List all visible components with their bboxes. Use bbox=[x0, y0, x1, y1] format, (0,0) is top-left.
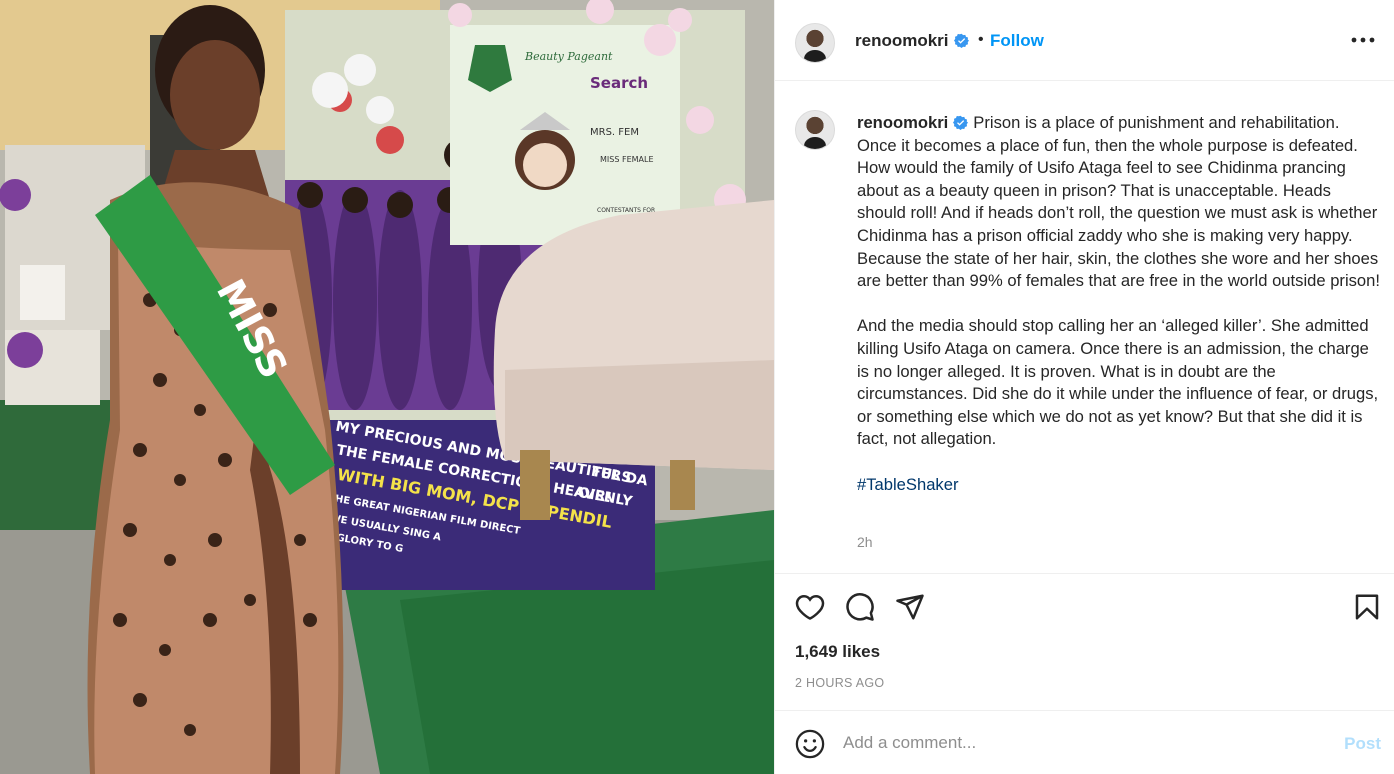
poster-title: Beauty Pageant bbox=[524, 50, 613, 63]
separator-dot: • bbox=[978, 31, 984, 48]
post-timestamp[interactable]: 2 HOURS AGO bbox=[795, 676, 884, 690]
poster-miss: MISS FEMALE bbox=[600, 155, 654, 164]
caption-paragraph-2: And the media should stop calling her an… bbox=[857, 316, 1379, 449]
post-header: renoomokri • Follow bbox=[775, 5, 1394, 81]
comment-icon[interactable] bbox=[845, 592, 875, 622]
caption-paragraph-1: Prison is a place of punishment and reha… bbox=[857, 113, 1381, 291]
post-photo[interactable]: Beauty Pageant Search MRS. FEM MISS FEMA… bbox=[0, 0, 774, 774]
send-icon[interactable] bbox=[895, 592, 925, 622]
hashtag-link[interactable]: #TableShaker bbox=[857, 475, 958, 494]
more-options-icon[interactable] bbox=[1351, 33, 1375, 47]
emoji-icon[interactable] bbox=[795, 729, 825, 759]
avatar[interactable] bbox=[795, 23, 835, 63]
caption-section: renoomokri Prison is a place of punishmen… bbox=[775, 82, 1394, 572]
comment-input[interactable] bbox=[843, 728, 1313, 758]
action-bar bbox=[775, 573, 1394, 639]
heart-icon[interactable] bbox=[795, 592, 825, 622]
post-comment-button[interactable]: Post bbox=[1344, 734, 1381, 754]
caption-username[interactable]: renoomokri bbox=[857, 113, 948, 132]
caption-avatar[interactable] bbox=[795, 110, 835, 150]
caption-timestamp: 2h bbox=[857, 534, 873, 550]
follow-button[interactable]: Follow bbox=[990, 31, 1044, 51]
poster-search: Search bbox=[590, 74, 648, 92]
verified-badge-icon bbox=[953, 115, 969, 130]
comment-bar: Post bbox=[775, 710, 1394, 774]
likes-count[interactable]: 1,649 likes bbox=[795, 642, 880, 662]
photo-illustration: Beauty Pageant Search MRS. FEM MISS FEMA… bbox=[0, 0, 774, 774]
post-details-panel: renoomokri • Follow renoomokri Prison is … bbox=[774, 0, 1394, 774]
header-username[interactable]: renoomokri bbox=[855, 31, 949, 50]
verified-badge-icon bbox=[953, 33, 969, 48]
header-username-row: renoomokri bbox=[855, 31, 969, 51]
poster-mrs: MRS. FEM bbox=[590, 127, 639, 138]
bookmark-icon[interactable] bbox=[1352, 592, 1382, 622]
caption-text: renoomokri Prison is a place of punishmen… bbox=[857, 112, 1382, 496]
